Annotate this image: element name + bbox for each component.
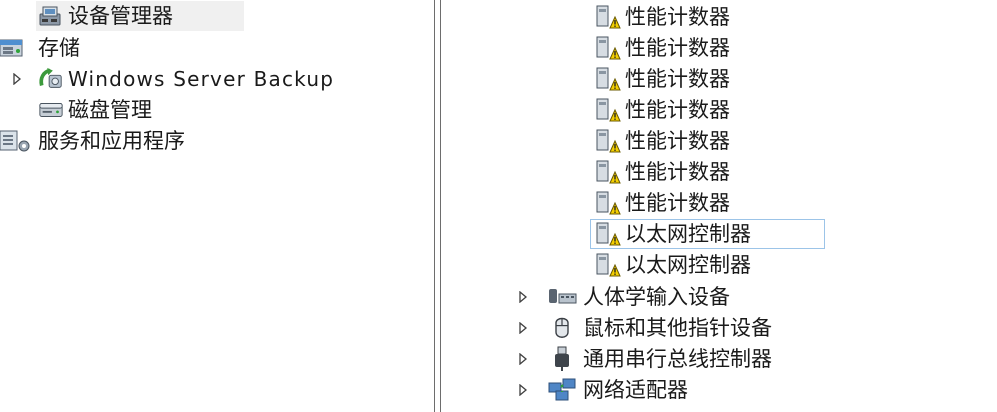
device-ethernet-controller-selected[interactable]: 以太网控制器	[590, 219, 825, 249]
tree-node-storage[interactable]: 存储	[0, 33, 84, 63]
windows-server-backup-icon	[38, 66, 64, 92]
services-applications-icon	[0, 128, 34, 154]
device-performance-counter[interactable]: 性能计数器	[595, 64, 734, 94]
tree-node-services-applications[interactable]: 服务和应用程序	[0, 126, 189, 156]
device-performance-counter[interactable]: 性能计数器	[595, 188, 734, 218]
device-label: 性能计数器	[625, 160, 730, 184]
tree-node-label: 服务和应用程序	[38, 129, 185, 153]
tree-node-label: 磁盘管理	[68, 98, 152, 122]
expand-arrow-icon[interactable]	[11, 64, 23, 94]
device-performance-counter[interactable]: 性能计数器	[595, 157, 734, 187]
unknown-device-warning-icon	[595, 97, 621, 123]
category-label: 通用串行总线控制器	[583, 347, 772, 371]
tree-node-label: Windows Server Backup	[68, 67, 335, 91]
tree-node-label: 设备管理器	[68, 4, 173, 28]
unknown-device-warning-icon	[595, 66, 621, 92]
device-performance-counter[interactable]: 性能计数器	[595, 2, 734, 32]
expand-arrow-icon[interactable]	[517, 282, 529, 312]
category-mice-pointing-devices[interactable]: 鼠标和其他指针设备	[545, 313, 776, 343]
expand-arrow-icon[interactable]	[517, 313, 529, 343]
device-label: 性能计数器	[625, 129, 730, 153]
device-label: 以太网控制器	[625, 222, 751, 246]
unknown-device-warning-icon	[595, 159, 621, 185]
device-label: 性能计数器	[625, 5, 730, 29]
category-human-interface-devices[interactable]: 人体学输入设备	[545, 282, 734, 312]
device-performance-counter[interactable]: 性能计数器	[595, 33, 734, 63]
unknown-device-warning-icon	[595, 221, 621, 247]
device-label: 性能计数器	[625, 98, 730, 122]
category-label: 网络适配器	[583, 378, 688, 402]
tree-node-windows-server-backup[interactable]: Windows Server Backup	[38, 64, 338, 94]
category-label: 鼠标和其他指针设备	[583, 316, 772, 340]
pane-splitter[interactable]	[432, 0, 445, 412]
device-performance-counter[interactable]: 性能计数器	[595, 95, 734, 125]
disk-management-icon	[38, 97, 64, 123]
category-usb-controllers[interactable]: 通用串行总线控制器	[545, 344, 776, 374]
tree-node-label: 存储	[38, 36, 80, 60]
network-adapter-icon	[545, 377, 579, 403]
device-tree-right-pane: 性能计数器 性能计数器 性能计数器 性能计数器 性能计数器 性能计数器 性能计数…	[445, 0, 997, 412]
unknown-device-warning-icon	[595, 190, 621, 216]
tree-node-device-manager[interactable]: 设备管理器	[36, 1, 244, 31]
category-label: 人体学输入设备	[583, 285, 730, 309]
device-manager-icon	[38, 3, 64, 29]
mouse-icon	[545, 315, 579, 341]
category-network-adapters[interactable]: 网络适配器	[545, 375, 692, 405]
unknown-device-warning-icon	[595, 252, 621, 278]
device-label: 性能计数器	[625, 67, 730, 91]
device-label: 以太网控制器	[625, 253, 751, 277]
unknown-device-warning-icon	[595, 128, 621, 154]
human-interface-device-icon	[545, 284, 579, 310]
unknown-device-warning-icon	[595, 35, 621, 61]
usb-controller-icon	[545, 346, 579, 372]
device-ethernet-controller[interactable]: 以太网控制器	[595, 250, 755, 280]
expand-arrow-icon[interactable]	[517, 344, 529, 374]
unknown-device-warning-icon	[595, 4, 621, 30]
tree-node-disk-management[interactable]: 磁盘管理	[38, 95, 156, 125]
console-tree-left-pane: 设备管理器 存储 Windows Server Backup 磁盘管理 服务和应…	[0, 0, 432, 412]
storage-icon	[0, 35, 34, 61]
device-label: 性能计数器	[625, 36, 730, 60]
device-performance-counter[interactable]: 性能计数器	[595, 126, 734, 156]
expand-arrow-icon[interactable]	[517, 375, 529, 405]
device-label: 性能计数器	[625, 191, 730, 215]
